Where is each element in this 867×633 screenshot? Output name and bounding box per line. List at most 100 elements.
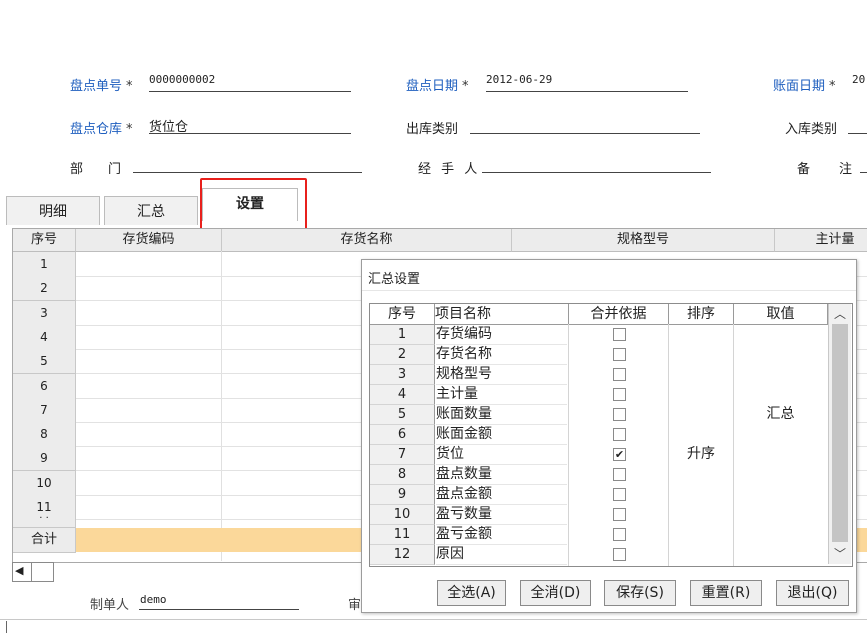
- dialog-row[interactable]: 1 存货编码: [370, 325, 828, 345]
- count-date-value[interactable]: 2012-06-29: [486, 73, 552, 86]
- merge-checkbox[interactable]: [613, 408, 626, 421]
- remark-underline[interactable]: [860, 172, 867, 173]
- grid-header-spec[interactable]: 规格型号: [512, 229, 775, 252]
- merge-checkbox[interactable]: [613, 548, 626, 561]
- grid-row-number: 8: [13, 422, 76, 448]
- merge-checkbox[interactable]: [613, 328, 626, 341]
- grid-header-seq[interactable]: 序号: [13, 229, 76, 252]
- merge-checkbox[interactable]: [613, 388, 626, 401]
- tab-summary[interactable]: 汇总: [104, 196, 198, 225]
- scroll-up-icon[interactable]: ︿: [829, 305, 851, 323]
- dialog-row-value[interactable]: [734, 485, 827, 504]
- dialog-row-value[interactable]: [734, 345, 827, 364]
- merge-checkbox[interactable]: [613, 528, 626, 541]
- merge-checkbox[interactable]: [613, 468, 626, 481]
- scroll-left-icon[interactable]: ◀: [15, 564, 23, 577]
- dialog-row[interactable]: 6 账面金额: [370, 425, 828, 445]
- dialog-row-number: 9: [370, 485, 435, 505]
- book-date-value[interactable]: 20: [852, 73, 865, 86]
- dialog-row-sort[interactable]: [669, 465, 733, 484]
- required-mark: *: [829, 79, 836, 94]
- scrollbar-thumb[interactable]: [832, 324, 848, 542]
- dialog-row-value[interactable]: 汇总: [734, 405, 827, 424]
- dialog-row-sort[interactable]: [669, 325, 733, 344]
- dialog-row-sort[interactable]: [669, 485, 733, 504]
- dialog-row[interactable]: 2 存货名称: [370, 345, 828, 365]
- count-no-value[interactable]: 0000000002: [149, 73, 215, 86]
- select-all-button[interactable]: 全选(A): [437, 580, 506, 606]
- dialog-title-separator: [362, 290, 856, 291]
- grid-row-number: 6: [13, 373, 76, 399]
- dialog-row-sort[interactable]: 升序: [669, 445, 733, 464]
- dialog-row-item-name: 规格型号: [436, 365, 567, 385]
- field-label-count-no: 盘点单号 *: [70, 75, 135, 94]
- dialog-row-value[interactable]: [734, 365, 827, 384]
- deselect-all-button[interactable]: 全消(D): [520, 580, 591, 606]
- dialog-row-sort[interactable]: [669, 345, 733, 364]
- merge-checkbox[interactable]: ✔: [613, 448, 626, 461]
- dialog-row[interactable]: 8 盘点数量: [370, 465, 828, 485]
- dialog-row-value[interactable]: [734, 545, 827, 564]
- dialog-row-value[interactable]: [734, 505, 827, 524]
- dialog-row-item-name: 盈亏数量: [436, 505, 567, 525]
- dialog-vertical-scrollbar[interactable]: ︿ ﹀: [828, 304, 851, 564]
- auditor-label: 审: [348, 598, 362, 613]
- inbound-type-underline[interactable]: [848, 133, 867, 134]
- dialog-row-sort[interactable]: [669, 505, 733, 524]
- label-text: 盘点单号: [70, 79, 123, 94]
- grid-header-code[interactable]: 存货编码: [76, 229, 222, 252]
- scroll-down-icon[interactable]: ﹀: [829, 545, 851, 563]
- required-mark: *: [126, 122, 133, 137]
- dialog-row-value[interactable]: [734, 445, 827, 464]
- merge-checkbox[interactable]: [613, 428, 626, 441]
- reset-button[interactable]: 重置(R): [690, 580, 762, 606]
- dialog-row-sort[interactable]: [669, 365, 733, 384]
- dialog-row[interactable]: 11 盈亏金额: [370, 525, 828, 545]
- grid-header-name[interactable]: 存货名称: [222, 229, 512, 252]
- dialog-row-number: 8: [370, 465, 435, 485]
- handler-underline[interactable]: [482, 172, 711, 173]
- dialog-row-item-name: 盘点金额: [436, 485, 567, 505]
- dialog-row-sort[interactable]: [669, 385, 733, 404]
- dialog-row-number: 4: [370, 385, 435, 405]
- grid-header-unit[interactable]: 主计量: [775, 229, 867, 252]
- status-divider: [0, 619, 867, 620]
- tab-detail[interactable]: 明细: [6, 196, 100, 225]
- dialog-row[interactable]: 7 货位 ✔ 升序: [370, 445, 828, 465]
- dialog-row[interactable]: 4 主计量: [370, 385, 828, 405]
- label-text: 盘点仓库: [70, 122, 123, 137]
- merge-checkbox[interactable]: [613, 488, 626, 501]
- exit-button[interactable]: 退出(Q): [776, 580, 849, 606]
- outbound-type-underline[interactable]: [470, 133, 700, 134]
- dialog-row-number: 10: [370, 505, 435, 525]
- maker-underline: [139, 609, 299, 610]
- field-label-department: 部 门: [70, 162, 128, 177]
- merge-checkbox[interactable]: [613, 368, 626, 381]
- dialog-row-sort[interactable]: [669, 545, 733, 564]
- merge-checkbox[interactable]: [613, 348, 626, 361]
- required-mark: *: [462, 79, 469, 94]
- dialog-row[interactable]: 3 规格型号: [370, 365, 828, 385]
- field-label-inbound-type: 入库类别: [785, 122, 838, 137]
- warehouse-underline: [149, 133, 351, 134]
- dialog-row-sort[interactable]: [669, 525, 733, 544]
- dialog-row[interactable]: 9 盘点金额: [370, 485, 828, 505]
- dialog-row[interactable]: 5 账面数量 汇总: [370, 405, 828, 425]
- dialog-row-value[interactable]: [734, 325, 827, 344]
- dialog-row[interactable]: 10 盈亏数量: [370, 505, 828, 525]
- merge-checkbox[interactable]: [613, 508, 626, 521]
- grid-row-number: 3: [13, 300, 76, 326]
- dialog-row[interactable]: 12 原因: [370, 545, 828, 565]
- status-tick: [6, 621, 7, 633]
- save-button[interactable]: 保存(S): [604, 580, 676, 606]
- dialog-row-value[interactable]: [734, 425, 827, 444]
- dialog-row-item-name: 盈亏金额: [436, 525, 567, 545]
- count-date-underline: [486, 91, 688, 92]
- dialog-row-value[interactable]: [734, 465, 827, 484]
- dialog-row-value[interactable]: [734, 525, 827, 544]
- horizontal-scrollbar[interactable]: ◀: [12, 562, 54, 582]
- department-underline[interactable]: [133, 172, 362, 173]
- dialog-row-value[interactable]: [734, 385, 827, 404]
- dialog-row-sort[interactable]: [669, 405, 733, 424]
- dialog-row-sort[interactable]: [669, 425, 733, 444]
